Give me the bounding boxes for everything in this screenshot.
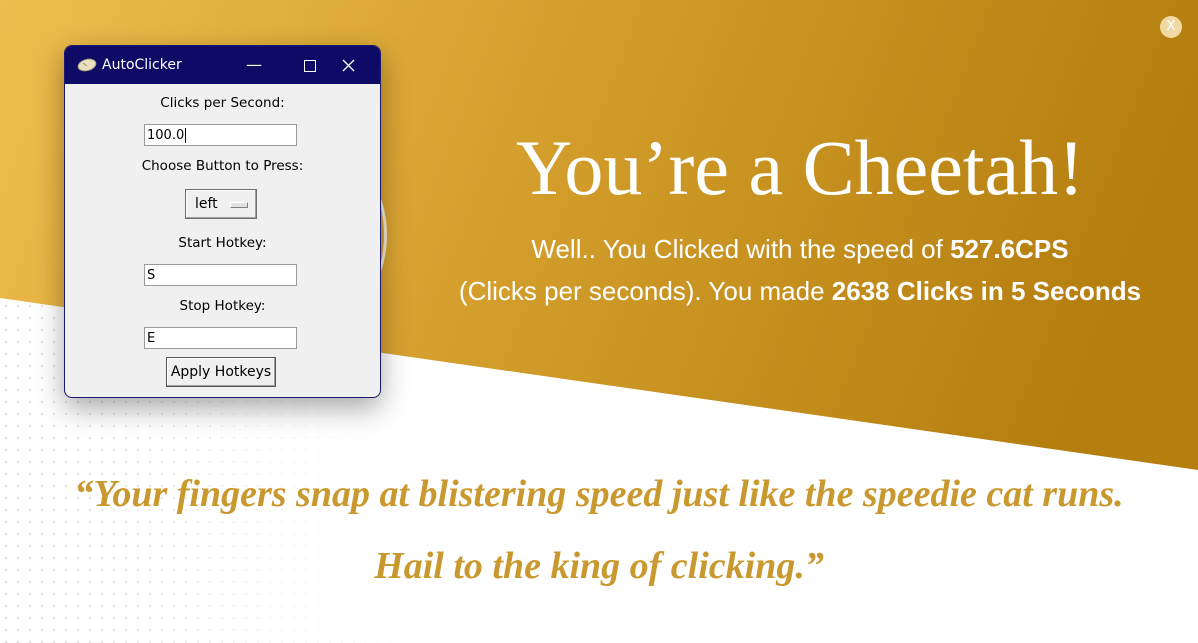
result-panel: You’re a Cheetah! Well.. You Clicked wit… (420, 120, 1180, 312)
text-caret (185, 128, 187, 143)
clicks-prefix: (Clicks per seconds). You made (458, 276, 832, 306)
result-text: Well.. You Clicked with the speed of 527… (420, 228, 1180, 312)
minimize-button[interactable]: — (231, 46, 277, 84)
start-hotkey-label: Start Hotkey: (178, 235, 267, 251)
button-choice-label: Choose Button to Press: (141, 158, 304, 174)
mouse-icon (77, 58, 97, 72)
dropdown-indicator-icon (230, 202, 248, 208)
quote: “Your fingers snap at blistering speed j… (0, 458, 1198, 602)
autoclicker-window: AutoClicker — Clicks per Second: 100.0 C… (64, 45, 381, 398)
close-overlay-button[interactable]: X (1160, 16, 1182, 38)
minimize-icon: — (246, 55, 262, 74)
headline: You’re a Cheetah! (515, 124, 1085, 211)
stop-hotkey-input[interactable]: E (144, 327, 297, 349)
quote-line-2: Hail to the king of clicking.” (374, 545, 824, 587)
stop-hotkey-label: Stop Hotkey: (179, 298, 266, 314)
start-hotkey-input[interactable]: S (144, 264, 297, 286)
close-window-button[interactable] (325, 46, 371, 84)
cps-label: Clicks per Second: (160, 95, 285, 111)
window-title: AutoClicker (102, 57, 182, 73)
mouse-button-dropdown[interactable]: left (185, 189, 257, 219)
cps-input[interactable]: 100.0 (144, 124, 297, 146)
selected-button: left (195, 196, 218, 212)
title-bar[interactable]: AutoClicker — (65, 46, 380, 84)
quote-line-1: “Your fingers snap at blistering speed j… (74, 473, 1124, 515)
speed-prefix: Well.. You Clicked with the speed of (531, 234, 951, 264)
apply-hotkeys-button[interactable]: Apply Hotkeys (166, 357, 276, 387)
maximize-icon (304, 59, 316, 72)
close-icon (342, 59, 354, 72)
window-body: Clicks per Second: 100.0 Choose Button t… (65, 84, 380, 397)
cps-result: 527.6CPS (950, 234, 1069, 264)
clicks-result: 2638 Clicks in 5 Seconds (831, 276, 1142, 306)
